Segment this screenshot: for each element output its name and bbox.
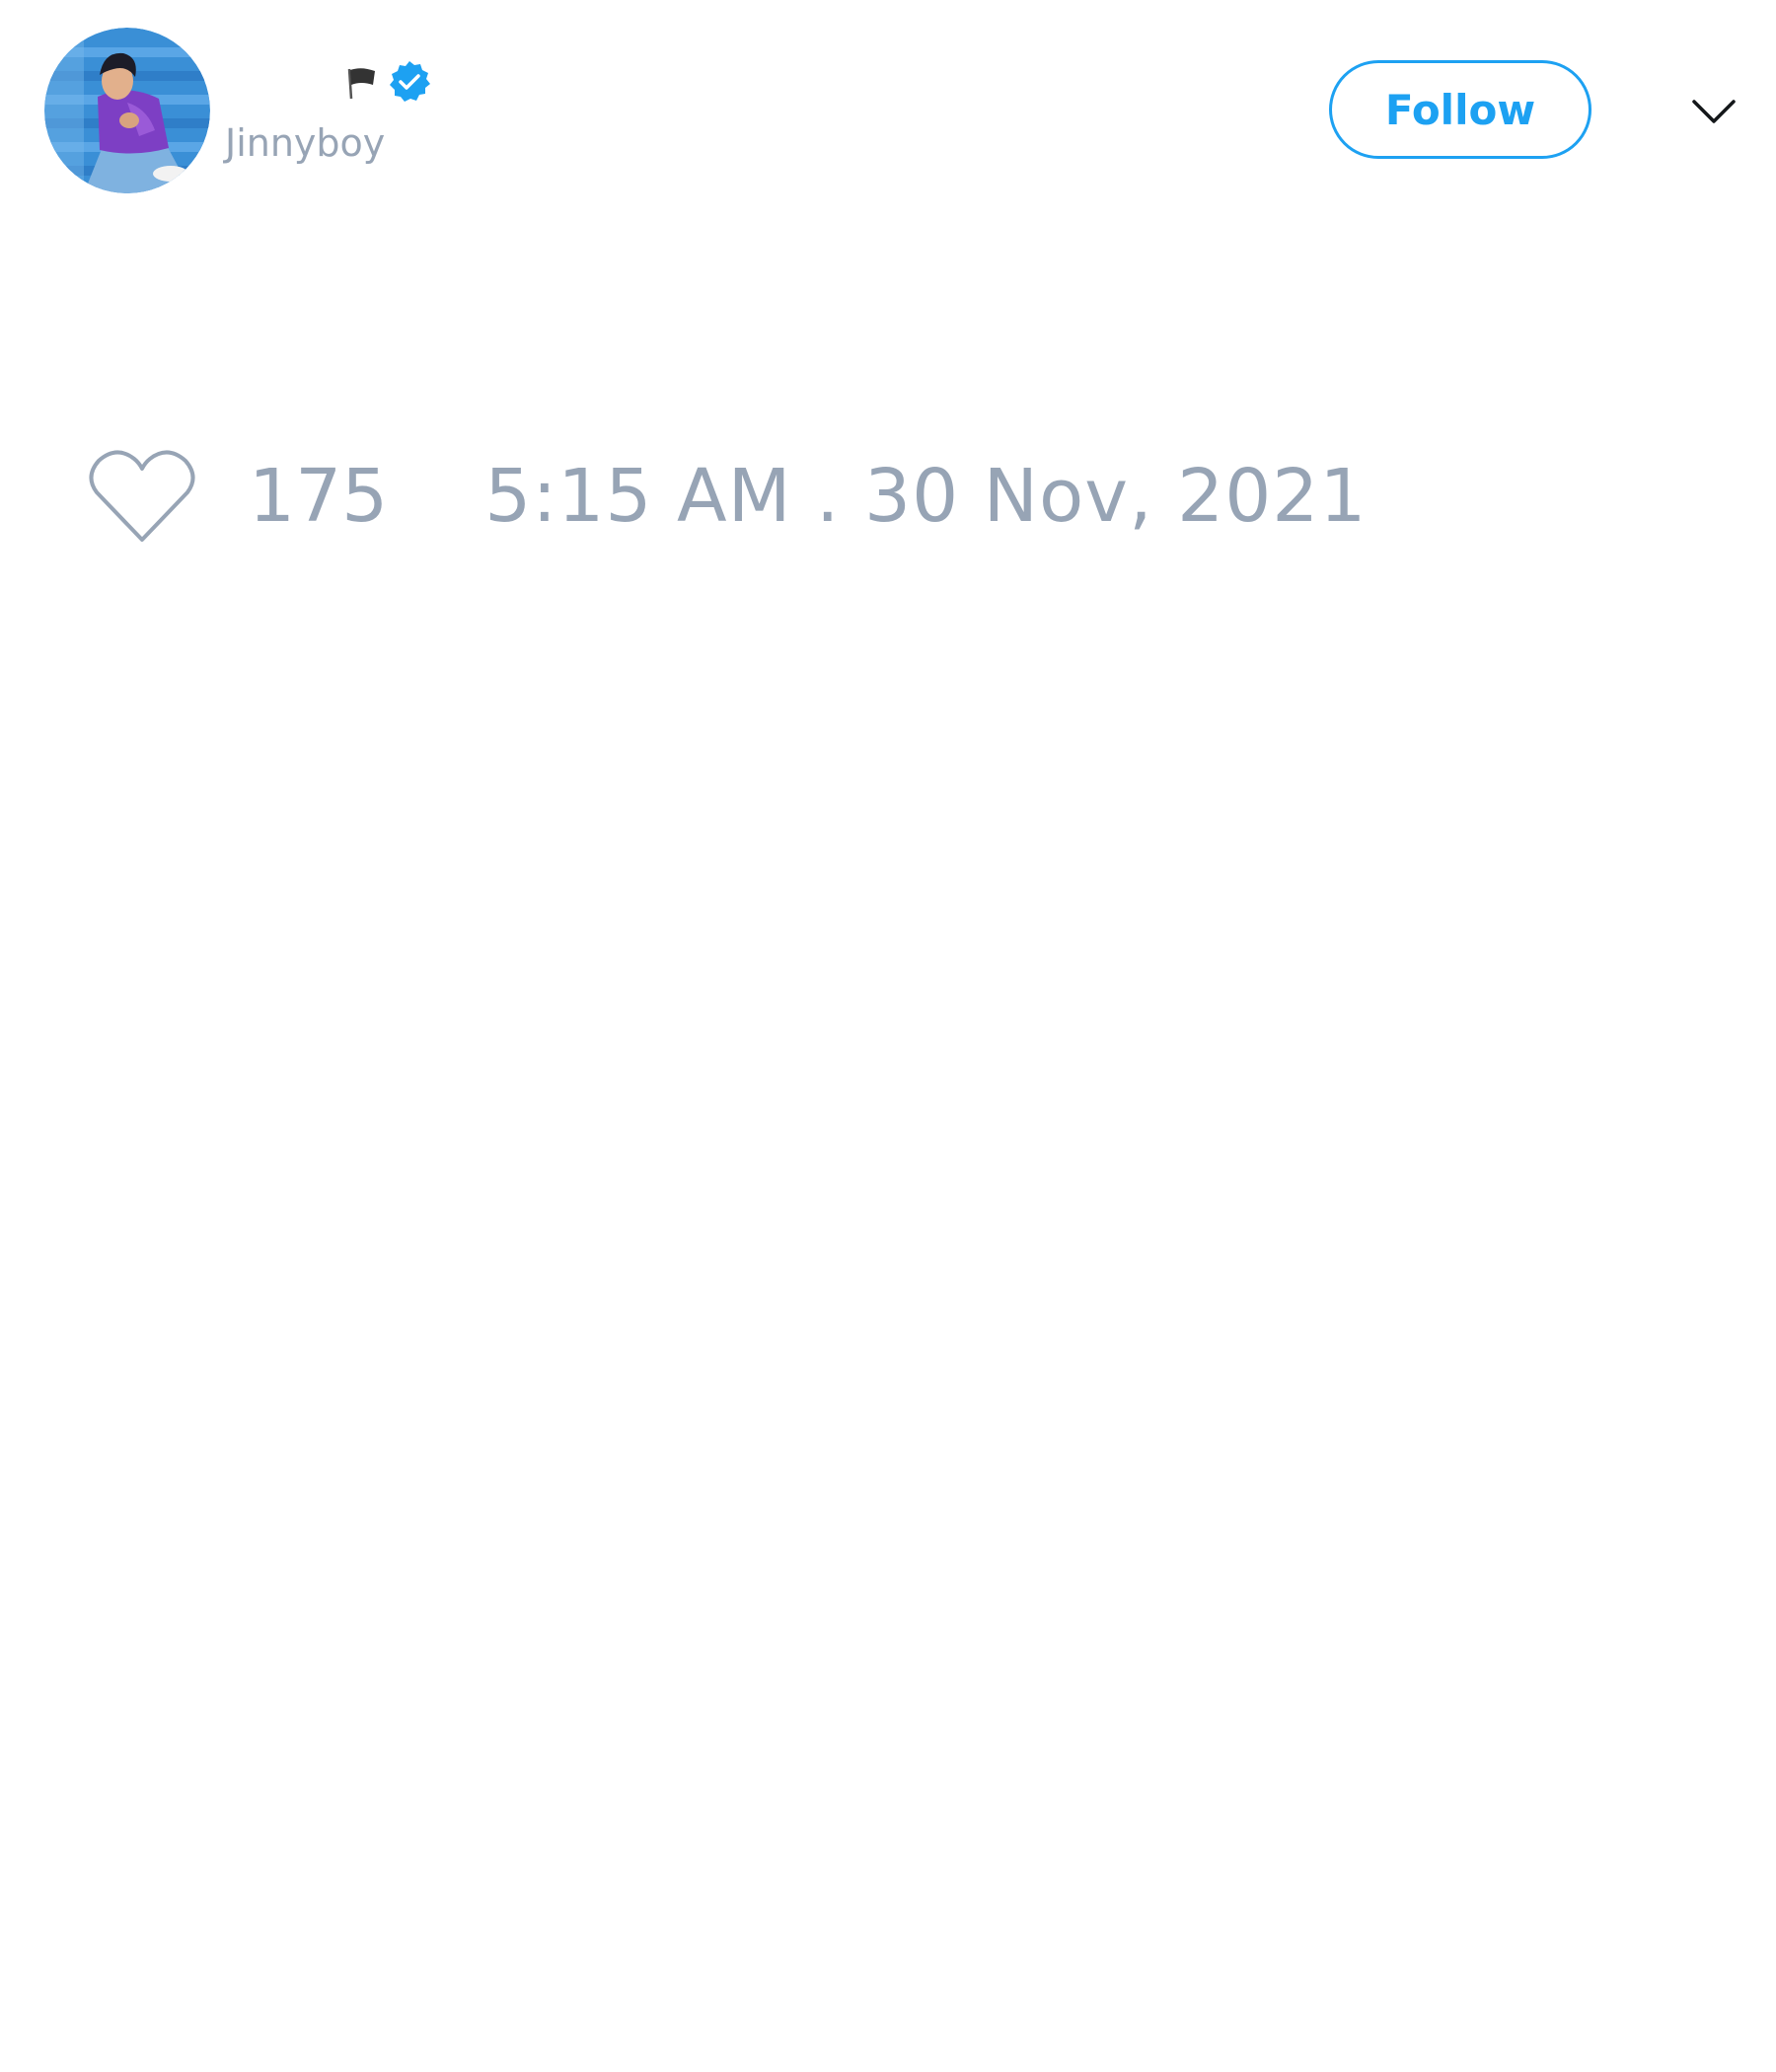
tweet-stats: 175 5:15 AM . 30 Nov, 2021 [87,442,1367,551]
black-flag-icon [347,68,375,100]
author-name-row [225,57,432,107]
tweet-timestamp[interactable]: 5:15 AM . 30 Nov, 2021 [484,454,1367,539]
verified-badge-icon [390,61,430,102]
chevron-down-icon [1692,100,1736,123]
avatar[interactable] [44,28,210,193]
like-button[interactable] [87,447,197,546]
author-handle[interactable]: Jinnyboy [225,124,385,162]
follow-button[interactable]: Follow [1329,60,1591,159]
tweet-menu-button[interactable] [1689,87,1739,136]
like-count: 175 [249,454,389,539]
profile-photo [44,28,210,193]
heart-icon [89,450,195,542]
tweet-card: Jinnyboy Follow 175 5:15 AM . 30 Nov, 20… [0,0,1776,2072]
